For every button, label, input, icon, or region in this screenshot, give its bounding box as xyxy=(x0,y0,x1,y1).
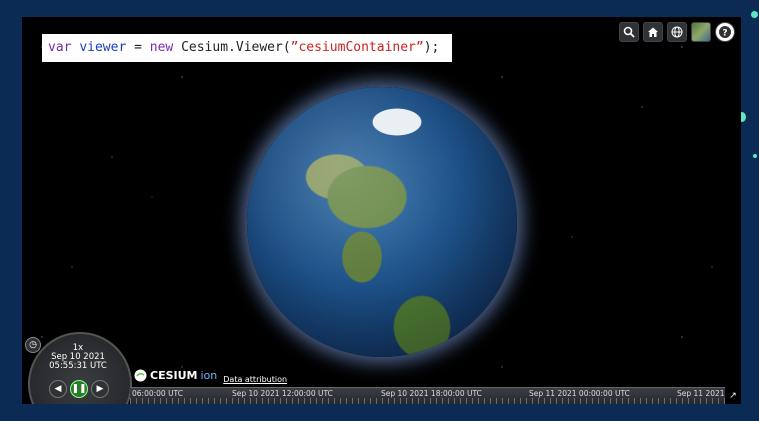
play-forward-icon[interactable]: ▶ xyxy=(91,380,109,398)
timeline-label: 06:00:00 UTC xyxy=(132,389,183,398)
animation-readout: 1x Sep 10 2021 05:55:31 UTC xyxy=(22,344,134,371)
animation-time: 05:55:31 UTC xyxy=(49,361,107,371)
code-class: Cesium.Viewer( xyxy=(173,40,291,55)
logo-ion-text: ion xyxy=(200,369,218,382)
decor-dot xyxy=(751,11,758,18)
logo-cesium-text: CESIUM xyxy=(150,369,198,382)
code-keyword-new: new xyxy=(149,40,174,55)
cesium-logo-icon xyxy=(134,369,147,382)
code-end: ); xyxy=(423,40,440,55)
code-operator: = xyxy=(126,40,150,55)
home-icon[interactable] xyxy=(643,22,663,42)
base-layer-picker-icon[interactable] xyxy=(691,22,711,42)
timeline-label: Sep 10 2021 18:00:00 UTC xyxy=(381,389,482,398)
globe-icon[interactable] xyxy=(667,22,687,42)
svg-text:?: ? xyxy=(722,29,727,39)
timeline-label: Sep 11 2021 00:00:00 UTC xyxy=(529,389,630,398)
viewer-toolbar: ? xyxy=(619,22,735,42)
code-var-name: viewer xyxy=(79,40,127,55)
search-icon[interactable] xyxy=(619,22,639,42)
cesium-viewer[interactable]: var viewer = new Cesium.Viewer(”cesiumCo… xyxy=(22,17,741,404)
timeline-label: Sep 11 2021 xyxy=(677,389,725,398)
cesium-ion-logo[interactable]: CESIUM ion xyxy=(134,369,217,382)
timeline-ticks xyxy=(130,398,725,404)
playback-controls: ◀ ❚❚ ▶ xyxy=(49,380,109,398)
code-snippet: var viewer = new Cesium.Viewer(”cesiumCo… xyxy=(42,34,452,62)
timeline[interactable]: 06:00:00 UTC Sep 10 2021 12:00:00 UTC Se… xyxy=(130,387,725,404)
pause-icon[interactable]: ❚❚ xyxy=(70,380,88,398)
animation-widget[interactable]: 1x Sep 10 2021 05:55:31 UTC ◀ ❚❚ ▶ xyxy=(22,330,134,404)
fullscreen-icon[interactable]: ↗ xyxy=(726,389,740,403)
decor-dot xyxy=(753,154,757,158)
data-attribution-link[interactable]: Data attribution xyxy=(223,375,287,384)
timeline-label: Sep 10 2021 12:00:00 UTC xyxy=(232,389,333,398)
credits-area: CESIUM ion Data attribution xyxy=(134,367,287,384)
globe[interactable] xyxy=(247,87,517,357)
code-keyword-var: var xyxy=(48,40,72,55)
code-string: ”cesiumContainer” xyxy=(290,40,424,55)
help-icon[interactable]: ? xyxy=(715,22,735,42)
play-reverse-icon[interactable]: ◀ xyxy=(49,380,67,398)
globe-shading xyxy=(247,87,517,357)
